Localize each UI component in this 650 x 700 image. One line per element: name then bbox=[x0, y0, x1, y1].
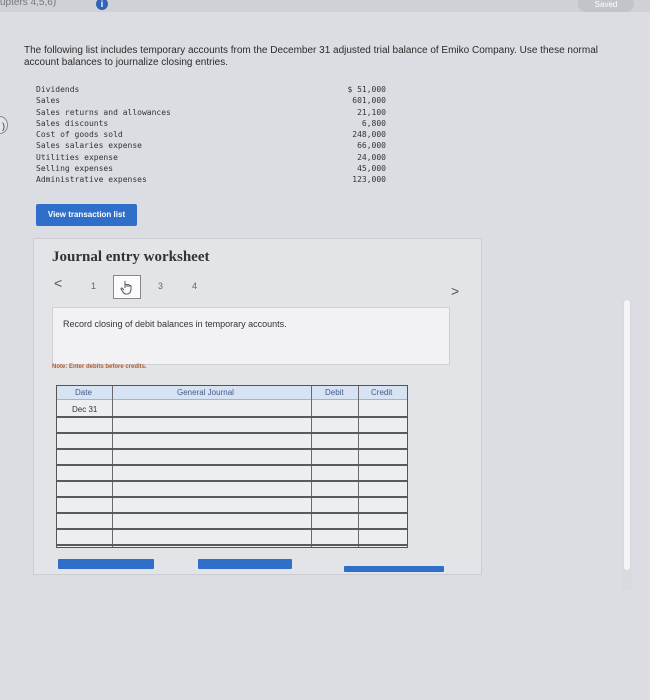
journal-grid: Date General Journal Debit Credit Dec 31 bbox=[56, 385, 408, 548]
account-amount: 6,800 bbox=[361, 118, 386, 128]
grid-column-divider bbox=[112, 386, 113, 547]
journal-account-cell[interactable] bbox=[114, 418, 310, 430]
credit-cell[interactable] bbox=[360, 514, 406, 526]
page-2-tab[interactable] bbox=[113, 275, 141, 299]
account-amount: $ 51,000 bbox=[347, 85, 386, 94]
general-journal-column-header: General Journal bbox=[177, 388, 234, 397]
account-amount: 66,000 bbox=[357, 141, 386, 151]
debit-cell[interactable] bbox=[313, 498, 357, 510]
account-amount: 24,000 bbox=[357, 152, 386, 162]
grid-column-divider bbox=[358, 386, 359, 547]
account-name: Cost of goods sold bbox=[36, 130, 123, 140]
account-row: Sales salaries expense 66,000 bbox=[36, 140, 386, 151]
first-entry-date: Dec 31 bbox=[72, 405, 98, 414]
journal-account-cell[interactable] bbox=[114, 482, 310, 494]
clear-entry-button[interactable] bbox=[198, 559, 292, 569]
journal-account-cell[interactable] bbox=[114, 466, 310, 478]
credit-cell[interactable] bbox=[360, 482, 406, 494]
journal-account-cell[interactable] bbox=[114, 434, 310, 446]
account-row: Cost of goods sold 248,000 bbox=[36, 129, 386, 140]
account-row: Sales 601,000 bbox=[36, 95, 386, 106]
account-name: Selling expenses bbox=[36, 164, 114, 174]
debit-cell[interactable] bbox=[313, 434, 357, 446]
credit-cell[interactable] bbox=[360, 498, 406, 510]
credit-cell[interactable] bbox=[360, 466, 406, 478]
account-row: Sales discounts 6,800 bbox=[36, 118, 386, 129]
top-bar: upters 4,5,6) i Saved bbox=[0, 0, 650, 12]
account-amount: 248,000 bbox=[352, 130, 386, 140]
record-entry-button[interactable] bbox=[58, 559, 154, 569]
debit-cell[interactable] bbox=[313, 482, 357, 494]
debit-cell[interactable] bbox=[313, 402, 357, 414]
account-name: Utilities expense bbox=[36, 152, 118, 162]
grid-header: Date General Journal Debit Credit bbox=[57, 386, 407, 400]
debit-cell[interactable] bbox=[313, 466, 357, 478]
accounts-list: Dividends $ 51,000 Sales 601,000 Sales retur… bbox=[36, 84, 386, 186]
journal-account-cell[interactable] bbox=[114, 530, 310, 542]
account-name: Sales discounts bbox=[36, 118, 109, 128]
account-amount: 21,100 bbox=[357, 107, 386, 117]
journal-entry-worksheet: Journal entry worksheet < 1 3 4 > Record… bbox=[33, 238, 482, 575]
breadcrumb: upters 4,5,6) bbox=[0, 0, 57, 8]
credit-cell[interactable] bbox=[360, 450, 406, 462]
prev-entry-arrow-icon[interactable]: < bbox=[54, 275, 62, 291]
collapse-handle[interactable]: ) bbox=[0, 116, 8, 134]
account-amount: 45,000 bbox=[357, 164, 386, 174]
journal-account-cell[interactable] bbox=[114, 402, 310, 414]
debit-cell[interactable] bbox=[313, 450, 357, 462]
account-row: Administrative expenses 123,000 bbox=[36, 174, 386, 185]
journal-account-cell[interactable] bbox=[114, 498, 310, 510]
view-general-journal-button[interactable] bbox=[344, 566, 444, 572]
grid-row-divider bbox=[57, 544, 407, 546]
account-name: Sales salaries expense bbox=[36, 141, 142, 151]
credit-cell[interactable] bbox=[360, 418, 406, 430]
info-icon[interactable]: i bbox=[96, 0, 108, 10]
debit-cell[interactable] bbox=[313, 530, 357, 542]
account-name: Administrative expenses bbox=[36, 175, 147, 185]
account-row: Selling expenses 45,000 bbox=[36, 163, 386, 174]
entry-description-box: Record closing of debit balances in temp… bbox=[52, 307, 450, 365]
account-row: Dividends $ 51,000 bbox=[36, 84, 386, 95]
page-3-tab[interactable]: 3 bbox=[158, 281, 163, 291]
journal-account-cell[interactable] bbox=[114, 514, 310, 526]
next-entry-arrow-icon[interactable]: > bbox=[451, 283, 459, 299]
page-4-tab[interactable]: 4 bbox=[192, 281, 197, 291]
debit-cell[interactable] bbox=[313, 418, 357, 430]
worksheet-title: Journal entry worksheet bbox=[52, 249, 210, 265]
credit-cell[interactable] bbox=[360, 434, 406, 446]
credit-cell[interactable] bbox=[360, 402, 406, 414]
view-transaction-list-button[interactable]: View transaction list bbox=[36, 204, 137, 226]
saved-badge: Saved bbox=[578, 0, 634, 12]
date-column-header: Date bbox=[75, 388, 92, 397]
page-scrollbar-thumb[interactable] bbox=[624, 300, 630, 570]
debit-cell[interactable] bbox=[313, 514, 357, 526]
debit-column-header: Debit bbox=[325, 388, 344, 397]
account-amount: 123,000 bbox=[352, 175, 386, 185]
credit-cell[interactable] bbox=[360, 530, 406, 542]
account-row: Utilities expense 24,000 bbox=[36, 152, 386, 163]
account-name: Sales returns and allowances bbox=[36, 107, 171, 117]
hand-pointer-icon bbox=[120, 281, 132, 295]
instructions-text: The following list includes temporary ac… bbox=[24, 45, 598, 68]
credit-column-header: Credit bbox=[371, 388, 393, 397]
account-name: Dividends bbox=[36, 85, 80, 94]
grid-column-divider bbox=[311, 386, 312, 547]
account-name: Sales bbox=[36, 96, 61, 106]
entry-description: Record closing of debit balances in temp… bbox=[63, 319, 287, 329]
account-amount: 601,000 bbox=[352, 96, 386, 106]
page-1-tab[interactable]: 1 bbox=[91, 281, 96, 291]
journal-account-cell[interactable] bbox=[114, 450, 310, 462]
note-text: Note: Enter debits before credits. bbox=[52, 364, 147, 370]
account-row: Sales returns and allowances 21,100 bbox=[36, 107, 386, 118]
